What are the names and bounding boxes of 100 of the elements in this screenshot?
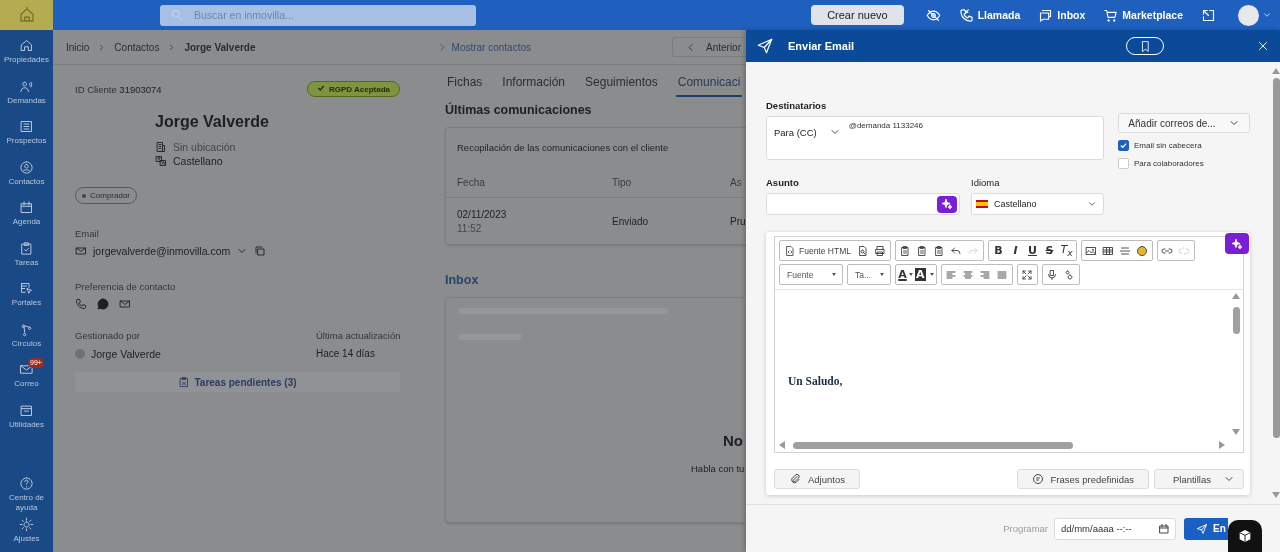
- phrases-button[interactable]: Frases predefinidas: [1016, 469, 1149, 489]
- font-select[interactable]: Fuente: [781, 266, 841, 283]
- field-label: Destinatarios: [766, 100, 828, 111]
- pending-tasks-button[interactable]: Tareas pendientes (3): [75, 372, 400, 392]
- sidebar-item[interactable]: Propiedades: [0, 33, 53, 74]
- floating-widget-button[interactable]: [1228, 520, 1262, 552]
- caret-icon: [832, 273, 836, 276]
- breadcrumb-link[interactable]: Contactos: [114, 41, 160, 53]
- underline-button[interactable]: U: [1023, 242, 1041, 259]
- nodes-icon: [19, 321, 34, 337]
- redo-icon: [967, 244, 980, 257]
- recipient-type-select[interactable]: Para (CC): [774, 126, 841, 138]
- people-icon: [19, 78, 34, 94]
- search-icon: [170, 8, 184, 22]
- clipboard-check-icon: [19, 240, 34, 256]
- date-cell-text: 02/11/2023: [457, 208, 508, 220]
- ai-button[interactable]: [1225, 233, 1249, 254]
- attachments-button[interactable]: Adjuntos: [774, 469, 860, 489]
- external-link-button[interactable]: [1201, 7, 1216, 23]
- house-icon: [19, 38, 34, 53]
- italic-button[interactable]: I: [1006, 242, 1024, 259]
- toolbar-link[interactable]: Inbox: [1038, 7, 1086, 23]
- templates-dropdown[interactable]: Plantillas: [1153, 469, 1244, 489]
- phone-icon: [75, 298, 87, 310]
- toolbar-link[interactable]: Llamada: [958, 7, 1021, 23]
- inbox-tray-icon: [19, 402, 34, 418]
- sidebar-item[interactable]: Portales: [0, 276, 53, 317]
- chevron-down-icon[interactable]: [1262, 10, 1272, 20]
- caret-icon: [929, 273, 934, 276]
- tab[interactable]: Comunicaci: [675, 69, 743, 97]
- section-title: Últimas comunicaciones: [445, 103, 593, 117]
- sidebar-item[interactable]: Prospectos: [0, 114, 53, 155]
- user-avatar[interactable]: [1238, 4, 1259, 26]
- language-select[interactable]: Castellano: [971, 193, 1104, 215]
- column-header: As: [730, 176, 743, 188]
- subject-field[interactable]: [766, 193, 960, 215]
- cube-icon: [1237, 528, 1253, 544]
- date-time-field[interactable]: dd/mm/aaaa --:--: [1054, 517, 1176, 540]
- text-editor[interactable]: Fuente HTML B I U S T$_{x}$ Fuente Ta... A A Un Saludo,: [774, 236, 1244, 453]
- caret-icon: [880, 273, 884, 276]
- source-button[interactable]: Fuente HTML: [781, 242, 855, 259]
- house-icon: [17, 6, 36, 24]
- speech-bubble-icon: [97, 298, 109, 310]
- text-color-button[interactable]: A: [897, 266, 914, 283]
- sidebar-item[interactable]: Utilidades: [0, 397, 53, 438]
- add-emails-dropdown[interactable]: Añadir correos de...: [1118, 113, 1250, 133]
- calendar-icon: [19, 200, 34, 215]
- external-link-icon: [1201, 7, 1216, 23]
- sidebar-label: Prospectos: [5, 136, 48, 146]
- justify-icon: [996, 268, 1008, 281]
- breadcrumb-link[interactable]: Jorge Valverde: [184, 41, 256, 53]
- sidebar-label: Centro de ayuda: [7, 493, 46, 513]
- sidebar-item[interactable]: Ajustes: [0, 511, 53, 552]
- recipient-tag: @demanda 1133246: [848, 121, 924, 130]
- maximize-icon: [1021, 268, 1033, 281]
- status-badge: RGPD Aceptada: [306, 81, 400, 97]
- sidebar-label: Contactos: [7, 176, 46, 187]
- highlight-color-button[interactable]: A: [914, 266, 935, 283]
- field-label: Email: [75, 228, 99, 239]
- email-text: jorgevalverde@inmovilla.com: [93, 245, 231, 257]
- field-label: Última actualización: [316, 330, 401, 341]
- sidebar-item[interactable]: Agenda: [0, 195, 53, 236]
- sidebar-item[interactable]: Demandas: [0, 73, 53, 114]
- tab[interactable]: Seguimientos: [583, 69, 660, 97]
- sidebar-item[interactable]: Contactos: [0, 154, 53, 195]
- send-button[interactable]: En: [1184, 517, 1228, 540]
- sidebar-item[interactable]: Centro de ayuda: [0, 471, 53, 512]
- close-button[interactable]: [1256, 39, 1270, 53]
- bold-button[interactable]: B: [989, 242, 1007, 259]
- sidebar-item[interactable]: Tareas: [0, 235, 53, 276]
- table-cell-text: Enviado: [612, 215, 650, 227]
- sidebar-label: Propiedades: [3, 55, 50, 65]
- clear-format-button[interactable]: T$_{x}$: [1057, 242, 1075, 259]
- schedule-label: Programar: [1003, 523, 1048, 534]
- broken-link-icon: [1178, 244, 1191, 257]
- file-search-icon: [857, 244, 870, 257]
- location-text: Sin ubicación: [173, 141, 236, 153]
- sidebar-item[interactable]: Círculos: [0, 316, 53, 357]
- recipients-field[interactable]: Para (CC) @demanda 1133246: [766, 116, 1104, 160]
- breadcrumb-link[interactable]: Inicio: [66, 41, 90, 53]
- search-field[interactable]: Buscar en inmovilla...: [160, 4, 476, 26]
- checkbox[interactable]: [1118, 140, 1129, 151]
- empty-text: Habla con tu: [691, 463, 745, 474]
- create-new-button[interactable]: Crear nuevo: [811, 5, 904, 25]
- client-id: ID Cliente 31903074: [75, 83, 162, 95]
- table-icon: [1102, 244, 1115, 257]
- font-select[interactable]: Ta...: [849, 266, 889, 283]
- chevron-down-icon: [1087, 199, 1097, 209]
- strikethrough-button[interactable]: S: [1040, 242, 1058, 259]
- flag-icon: [976, 200, 988, 208]
- eye-off-button[interactable]: [925, 7, 941, 23]
- sidebar-label: Utilidades: [7, 419, 46, 430]
- toolbar-link[interactable]: Marketplace: [1103, 7, 1183, 23]
- tab[interactable]: Fichas: [445, 69, 485, 97]
- body-text: Un Saludo,: [788, 375, 843, 387]
- tab[interactable]: Información: [500, 69, 568, 97]
- clipboard-icon: [933, 244, 946, 257]
- copy-icon: [254, 245, 267, 257]
- ai-button[interactable]: [937, 195, 957, 213]
- window-cursor-icon: [19, 281, 34, 296]
